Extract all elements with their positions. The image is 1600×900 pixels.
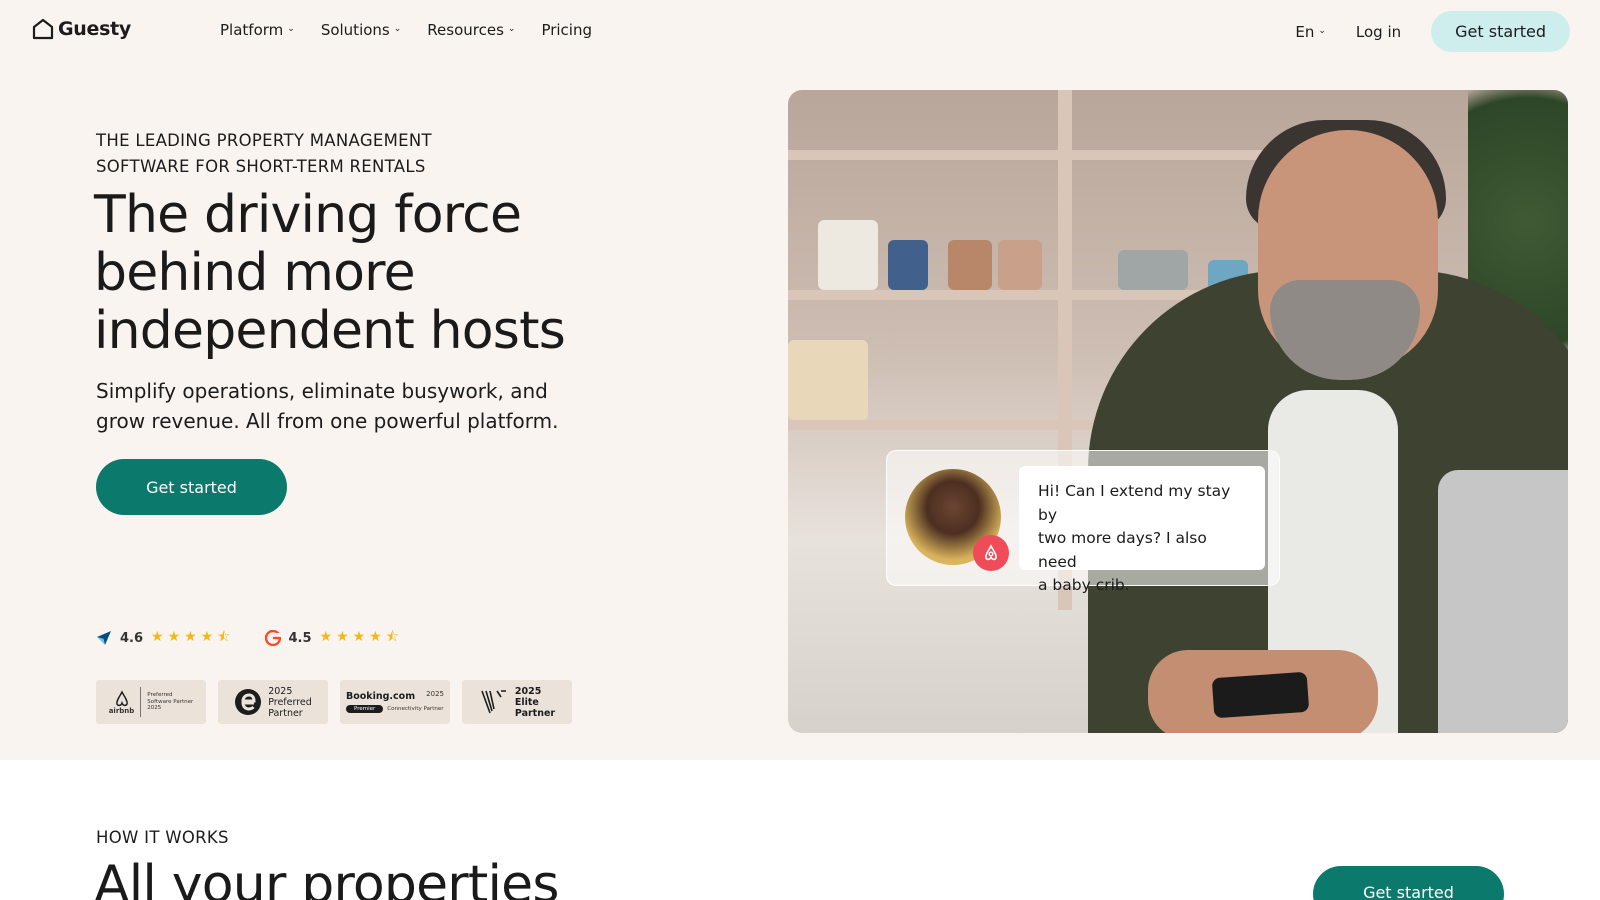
guesty-logo[interactable]: Guesty xyxy=(32,18,131,40)
badge-caption: 2025 Elite Partner xyxy=(514,685,556,719)
hero-headline: The driving force behind more independen… xyxy=(94,186,714,360)
vrbo-icon xyxy=(481,690,506,714)
airbnb-icon xyxy=(115,690,128,706)
airbnb-partner-badge: airbnb Preferred Software Partner 2025 xyxy=(96,680,206,724)
expedia-icon xyxy=(235,689,262,715)
chat-bubble: Hi! Can I extend my stay by two more day… xyxy=(1019,466,1265,594)
how-it-works-section: HOW IT WORKS All your properties Get sta… xyxy=(0,760,1600,900)
badge-year: 2025 xyxy=(426,690,444,698)
chevron-down-icon: ⌄ xyxy=(507,24,516,34)
chevron-down-icon: ⌄ xyxy=(393,24,402,34)
language-label: En xyxy=(1295,22,1315,41)
ratings-row: 4.6 ★★★★⯪ 4.5 ★★★★⯪ xyxy=(96,626,403,650)
nav-item-label: Pricing xyxy=(541,21,592,39)
hero-subhead: Simplify operations, eliminate busywork,… xyxy=(96,376,566,436)
chevron-down-icon: ⌄ xyxy=(1318,25,1326,36)
headline-line: independent hosts xyxy=(94,301,566,361)
chat-line: two more days? I also need xyxy=(1038,529,1207,571)
nav-item-solutions[interactable]: Solutions ⌄ xyxy=(321,21,401,39)
rating-score: 4.5 xyxy=(288,630,312,646)
vrbo-partner-badge: 2025 Elite Partner xyxy=(462,680,572,724)
chat-line: a baby crib. xyxy=(1038,576,1130,594)
subhead-line: Simplify operations, eliminate busywork,… xyxy=(96,379,548,403)
nav-item-label: Resources xyxy=(427,21,504,39)
headline-line: behind more xyxy=(94,243,416,303)
hero-get-started-button[interactable]: Get started xyxy=(96,459,287,515)
rating-score: 4.6 xyxy=(120,630,144,646)
airbnb-icon xyxy=(973,535,1009,571)
how-it-works-eyebrow: HOW IT WORKS xyxy=(96,828,229,847)
brand-name: Guesty xyxy=(58,18,131,40)
hero-image xyxy=(788,90,1568,733)
g2-icon xyxy=(264,630,281,646)
guest-message-card: Hi! Can I extend my stay by two more day… xyxy=(886,450,1280,594)
login-link[interactable]: Log in xyxy=(1356,23,1401,41)
chat-line: Hi! Can I extend my stay by xyxy=(1038,482,1231,524)
hero-eyebrow: THE LEADING PROPERTY MANAGEMENT SOFTWARE… xyxy=(96,128,596,180)
how-it-works-title: All your properties xyxy=(94,855,559,900)
house-icon xyxy=(32,18,54,40)
partner-badges: airbnb Preferred Software Partner 2025 2… xyxy=(96,680,572,724)
nav-item-pricing[interactable]: Pricing xyxy=(541,21,592,39)
subhead-line: grow revenue. All from one powerful plat… xyxy=(96,409,559,433)
nav-item-resources[interactable]: Resources ⌄ xyxy=(427,21,515,39)
star-rating-icon: ★★★★⯪ xyxy=(151,629,235,645)
headline-line: The driving force xyxy=(94,185,522,245)
badge-caption: 2025 Preferred Partner xyxy=(268,685,312,719)
eyebrow-line: THE LEADING PROPERTY MANAGEMENT xyxy=(96,131,432,150)
booking-partner-badge: Booking.com 2025 Premier Connectivity Pa… xyxy=(340,680,450,724)
top-nav: Guesty Platform ⌄ Solutions ⌄ Resources … xyxy=(0,0,1600,64)
expedia-partner-badge: 2025 Preferred Partner xyxy=(218,680,328,724)
star-rating-icon: ★★★★⯪ xyxy=(319,629,403,645)
nav-right: En ⌄ Log in Get started xyxy=(1295,11,1570,52)
language-selector[interactable]: En ⌄ xyxy=(1295,23,1326,41)
chevron-down-icon: ⌄ xyxy=(287,24,295,34)
g2-rating[interactable]: 4.5 ★★★★⯪ xyxy=(264,626,404,650)
capterra-icon xyxy=(97,631,111,645)
nav-item-platform[interactable]: Platform ⌄ xyxy=(220,21,295,39)
badge-caption: Connectivity Partner xyxy=(387,705,444,712)
nav-links: Platform ⌄ Solutions ⌄ Resources ⌄ Prici… xyxy=(220,21,592,39)
nav-item-label: Platform xyxy=(220,21,284,39)
badge-divider xyxy=(140,687,142,717)
eyebrow-line: SOFTWARE FOR SHORT-TERM RENTALS xyxy=(96,157,426,176)
badge-brand: Booking.com xyxy=(346,691,416,702)
how-get-started-button[interactable]: Get started xyxy=(1313,866,1504,900)
badge-brand: airbnb xyxy=(108,706,135,715)
nav-item-label: Solutions xyxy=(320,21,390,39)
capterra-rating[interactable]: 4.6 ★★★★⯪ xyxy=(96,626,235,650)
nav-get-started-button[interactable]: Get started xyxy=(1431,11,1570,52)
badge-caption: Preferred Software Partner 2025 xyxy=(147,692,194,712)
badge-tag: Premier xyxy=(346,705,384,713)
